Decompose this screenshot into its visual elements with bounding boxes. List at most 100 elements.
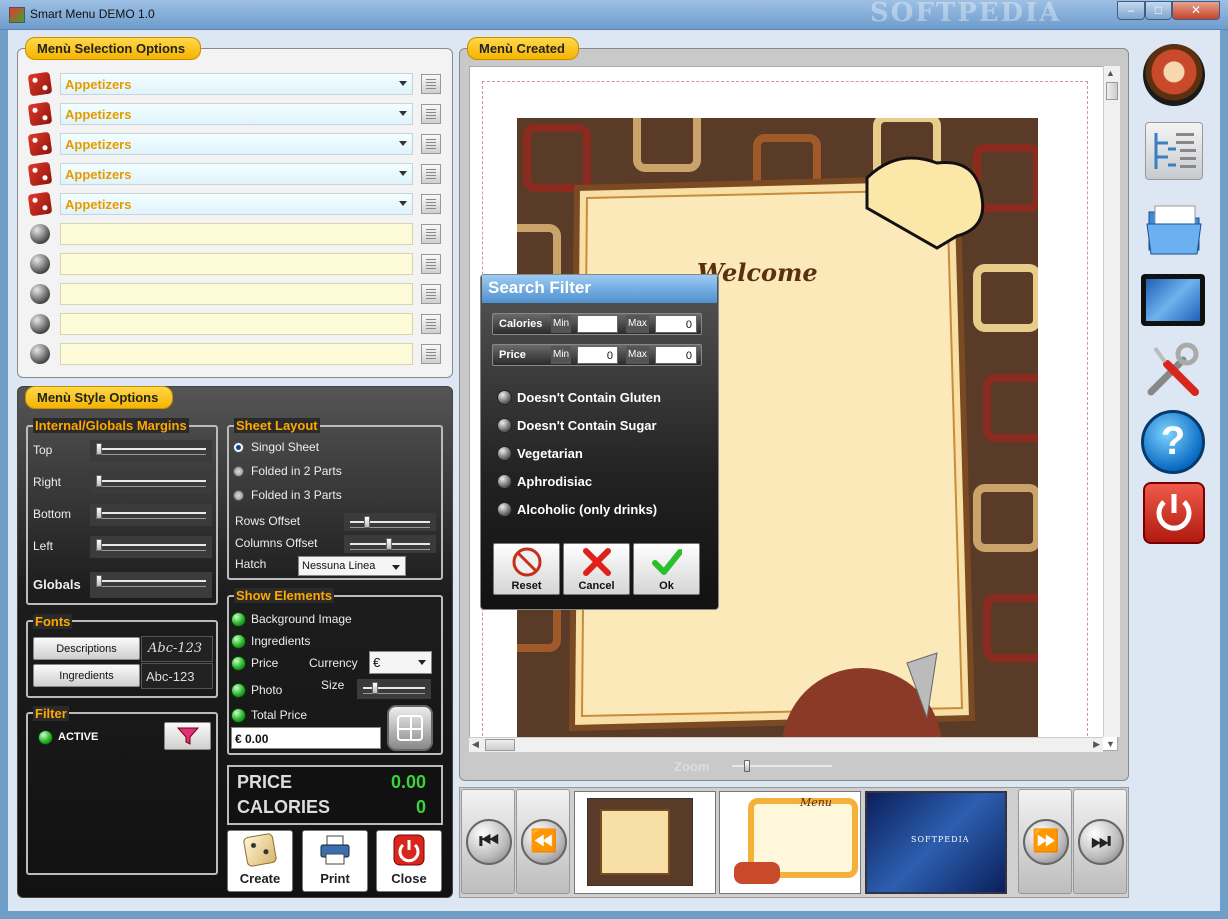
scroll-up-icon[interactable]: ▲ — [1106, 68, 1115, 78]
ingredients-font-button[interactable]: Ingredients — [33, 664, 140, 687]
ingredients-led[interactable] — [231, 634, 246, 649]
top-slider[interactable] — [90, 440, 212, 462]
checkmark-icon — [651, 549, 683, 575]
columns-offset-slider[interactable] — [344, 535, 436, 553]
price-min-input[interactable]: 0 — [577, 346, 618, 364]
previous-button[interactable]: ⏪ — [516, 789, 570, 894]
template-thumbnail-3[interactable]: SOFTPEDIA — [865, 791, 1007, 894]
minimize-button[interactable]: ‒ — [1117, 1, 1145, 20]
app-icon[interactable] — [9, 7, 25, 23]
template-thumbnail-1[interactable] — [574, 791, 716, 894]
scroll-right-icon[interactable]: ▶ — [1093, 739, 1100, 750]
price-max-input[interactable]: 0 — [655, 346, 697, 364]
chef-icon[interactable] — [1143, 44, 1205, 106]
filter-option[interactable]: Alcoholic (only drinks) — [497, 502, 657, 517]
last-button[interactable]: ⏭ — [1073, 789, 1127, 894]
price-led[interactable] — [231, 656, 246, 671]
list-icon[interactable] — [421, 314, 441, 334]
background-image-led[interactable] — [231, 612, 246, 627]
next-button[interactable]: ⏩ — [1018, 789, 1072, 894]
globals-slider[interactable] — [90, 572, 212, 598]
globals-label: Globals — [33, 577, 81, 592]
chevron-down-icon — [399, 171, 407, 176]
folder-icon[interactable] — [1145, 200, 1203, 256]
currency-dropdown[interactable]: € — [369, 651, 432, 674]
list-icon[interactable] — [421, 164, 441, 184]
category-select[interactable]: Appetizers — [60, 73, 413, 95]
category-select[interactable]: Appetizers — [60, 193, 413, 215]
category-select[interactable] — [60, 343, 413, 365]
monitor-icon[interactable] — [1141, 274, 1205, 326]
dice-create-icon — [242, 832, 278, 868]
scroll-left-icon[interactable]: ◀ — [472, 739, 479, 750]
rows-offset-slider[interactable] — [344, 513, 436, 531]
option-toggle-icon — [497, 474, 512, 489]
hatch-dropdown[interactable]: Nessuna Linea — [298, 556, 406, 576]
reset-button[interactable]: Reset — [493, 543, 560, 595]
right-slider[interactable] — [90, 472, 212, 494]
list-icon[interactable] — [421, 344, 441, 364]
bottom-slider[interactable] — [90, 504, 212, 526]
filter-option[interactable]: Aphrodisiac — [497, 474, 592, 489]
category-value: Appetizers — [65, 167, 132, 182]
list-icon[interactable] — [421, 224, 441, 244]
category-select[interactable] — [60, 253, 413, 275]
photo-led[interactable] — [231, 683, 246, 698]
category-value: Appetizers — [65, 137, 132, 152]
category-select[interactable]: Appetizers — [60, 163, 413, 185]
zoom-slider[interactable] — [726, 757, 838, 775]
list-icon[interactable] — [421, 74, 441, 94]
ok-button[interactable]: Ok — [633, 543, 700, 595]
print-button[interactable]: Print — [302, 830, 368, 892]
single-sheet-radio[interactable] — [233, 442, 244, 453]
cancel-button[interactable]: Cancel — [563, 543, 630, 595]
category-select[interactable]: Appetizers — [60, 133, 413, 155]
category-select[interactable] — [60, 223, 413, 245]
tree-icon[interactable] — [1145, 122, 1203, 180]
category-select[interactable]: Appetizers — [60, 103, 413, 125]
horizontal-scrollbar[interactable]: ◀ ▶ — [469, 737, 1103, 752]
two-parts-radio[interactable] — [233, 466, 244, 477]
total-price-field[interactable]: € 0.00 — [231, 727, 381, 749]
scroll-down-icon[interactable]: ▼ — [1106, 739, 1115, 749]
create-button[interactable]: Create — [227, 830, 293, 892]
descriptions-font-button[interactable]: Descriptions — [33, 637, 140, 660]
close-window-button[interactable]: ✕ — [1172, 1, 1220, 20]
columns-offset-label: Columns Offset — [235, 536, 318, 550]
option-toggle-icon — [497, 418, 512, 433]
horizontal-scroll-thumb[interactable] — [485, 739, 515, 751]
total-price-led[interactable] — [231, 708, 246, 723]
list-icon[interactable] — [421, 104, 441, 124]
close-button[interactable]: Close — [376, 830, 442, 892]
bottom-label: Bottom — [33, 507, 72, 521]
calories-max-input[interactable]: 0 — [655, 315, 697, 333]
help-icon[interactable]: ? — [1141, 410, 1205, 474]
dice-icon — [27, 131, 53, 157]
price-min-label: Min — [551, 346, 572, 364]
filter-option[interactable]: Vegetarian — [497, 446, 583, 461]
filter-button[interactable] — [164, 722, 211, 750]
first-button[interactable]: ⏮ — [461, 789, 515, 894]
left-slider[interactable] — [90, 536, 212, 558]
left-label: Left — [33, 539, 54, 553]
filter-option[interactable]: Doesn't Contain Sugar — [497, 418, 657, 433]
three-parts-radio[interactable] — [233, 490, 244, 501]
tools-icon[interactable] — [1143, 340, 1203, 400]
photo-frame-button[interactable] — [387, 705, 433, 751]
vertical-scroll-thumb[interactable] — [1106, 82, 1118, 100]
list-icon[interactable] — [421, 134, 441, 154]
list-icon[interactable] — [421, 284, 441, 304]
maximize-button[interactable]: □ — [1145, 1, 1172, 20]
calories-max-label: Max — [626, 315, 649, 333]
template-thumbnail-2[interactable]: Menu — [719, 791, 861, 894]
photo-size-slider[interactable] — [357, 679, 431, 699]
dice-icon — [27, 71, 53, 97]
vertical-scrollbar[interactable]: ▲ — [1103, 66, 1120, 737]
list-icon[interactable] — [421, 254, 441, 274]
category-select[interactable] — [60, 313, 413, 335]
category-select[interactable] — [60, 283, 413, 305]
exit-power-icon[interactable] — [1143, 482, 1205, 544]
calories-min-input[interactable] — [577, 315, 618, 333]
list-icon[interactable] — [421, 194, 441, 214]
filter-option[interactable]: Doesn't Contain Gluten — [497, 390, 661, 405]
